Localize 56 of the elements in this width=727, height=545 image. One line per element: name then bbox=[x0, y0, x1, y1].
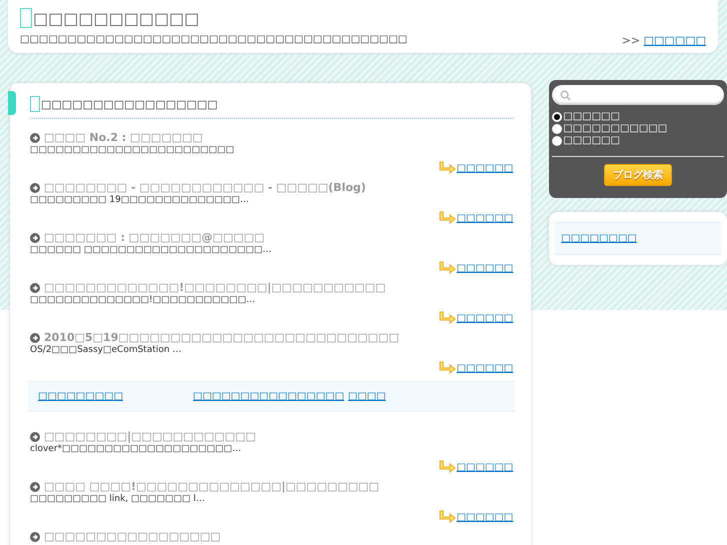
post-excerpt: clover*□□□□□□□□□□□□□□□□□□□□… bbox=[30, 444, 242, 454]
section-heading: □□□□□□□□□□□□□□□□□ bbox=[41, 98, 218, 110]
turn-arrow-icon bbox=[438, 460, 456, 474]
read-more-link[interactable]: □□□□□□ bbox=[456, 312, 514, 324]
read-more-link[interactable]: □□□□□□ bbox=[456, 162, 514, 174]
square-icon bbox=[20, 8, 32, 28]
arrow-bullet-icon bbox=[30, 332, 40, 342]
radio-label[interactable]: □□□□□□□□□□□ bbox=[563, 123, 668, 134]
post-excerpt: OS/2□□□Sassy□eComStation … bbox=[30, 345, 182, 355]
site-title[interactable]: □□□□□□□□□□□ bbox=[33, 8, 200, 28]
radio-label[interactable]: □□□□□□ bbox=[563, 135, 620, 146]
turn-arrow-icon bbox=[438, 161, 456, 175]
arrow-bullet-icon bbox=[30, 282, 40, 292]
post-excerpt: □□□□□□□□□ 19□□□□□□□□□□□□□□… bbox=[30, 195, 250, 205]
post-title[interactable]: □□□□ No.2 : □□□□□□□ bbox=[44, 131, 203, 144]
radio-button[interactable] bbox=[552, 124, 562, 134]
turn-arrow-icon bbox=[438, 361, 456, 375]
radio-button[interactable] bbox=[552, 136, 562, 146]
arrow-bullet-icon bbox=[30, 482, 40, 492]
widget-link[interactable]: □□□□□□□□ bbox=[561, 233, 637, 244]
panel-tab-marker bbox=[8, 91, 16, 115]
turn-arrow-icon bbox=[438, 261, 456, 275]
post-title[interactable]: □□□□□□□□□□□□□□□□□ bbox=[44, 530, 221, 543]
search-field[interactable] bbox=[552, 85, 724, 105]
post-title[interactable]: □□□□□□□□ - □□□□□□□□□□□□ - □□□□□(Blog) bbox=[44, 181, 366, 194]
post-title[interactable]: □□□□□□□ : □□□□□□□@□□□□□ bbox=[44, 231, 265, 244]
site-tagline: □□□□□□□□□□□□□□□□□□□□□□□□□□□□□□□□□□□□□□□□□ bbox=[20, 34, 408, 47]
read-more-link[interactable]: □□□□□□ bbox=[456, 262, 514, 274]
read-more-link[interactable]: □□□□□□ bbox=[456, 462, 514, 472]
category-link[interactable]: □□□□ bbox=[348, 391, 386, 402]
arrow-bullet-icon bbox=[30, 232, 40, 242]
nav-link[interactable]: □□□□□□ bbox=[644, 34, 706, 47]
read-more-link[interactable]: □□□□□□ bbox=[456, 362, 514, 374]
turn-arrow-icon bbox=[438, 311, 456, 325]
category-link[interactable]: □□□□□□□□□ bbox=[38, 391, 193, 402]
post-excerpt: □□□□□□□□□□□□□□!□□□□□□□□□□□… bbox=[30, 295, 256, 305]
post-title[interactable]: □□□□□□□□□□□□□!□□□□□□□□|□□□□□□□□□□□ bbox=[44, 281, 386, 294]
nav-prefix: >> bbox=[622, 34, 640, 47]
arrow-bullet-icon bbox=[30, 132, 40, 142]
search-icon bbox=[560, 90, 572, 100]
arrow-bullet-icon bbox=[30, 432, 40, 442]
post-excerpt: □□□□□□□□□ link, □□□□□□□ l… bbox=[30, 494, 206, 504]
arrow-bullet-icon bbox=[30, 182, 40, 192]
category-link[interactable]: □□□□□□□□□□□□□□□□ bbox=[193, 391, 348, 402]
post-title[interactable]: □□□□ □□□□!□□□□□□□□□□□□□□|□□□□□□□□□ bbox=[44, 480, 380, 493]
radio-label[interactable]: □□□□□□ bbox=[563, 111, 620, 122]
read-more-link[interactable]: □□□□□□ bbox=[456, 512, 514, 522]
post-title[interactable]: □□□□□□□□|□□□□□□□□□□□□ bbox=[44, 430, 256, 443]
turn-arrow-icon bbox=[438, 211, 456, 225]
turn-arrow-icon bbox=[438, 510, 456, 524]
post-excerpt: □□□□□□□□□□□□□□□□□□□□□□□□ bbox=[30, 145, 236, 155]
read-more-link[interactable]: □□□□□□ bbox=[456, 212, 514, 224]
arrow-bullet-icon bbox=[30, 532, 40, 542]
square-icon bbox=[30, 96, 40, 112]
post-title[interactable]: 2010□5□19□□□□□□□□□□□□□□□□□□□□□□□□□□□ bbox=[44, 331, 399, 344]
post-excerpt: □□□□□□ □□□□□□□□□□□□□□□□□□□□□… bbox=[30, 245, 272, 255]
